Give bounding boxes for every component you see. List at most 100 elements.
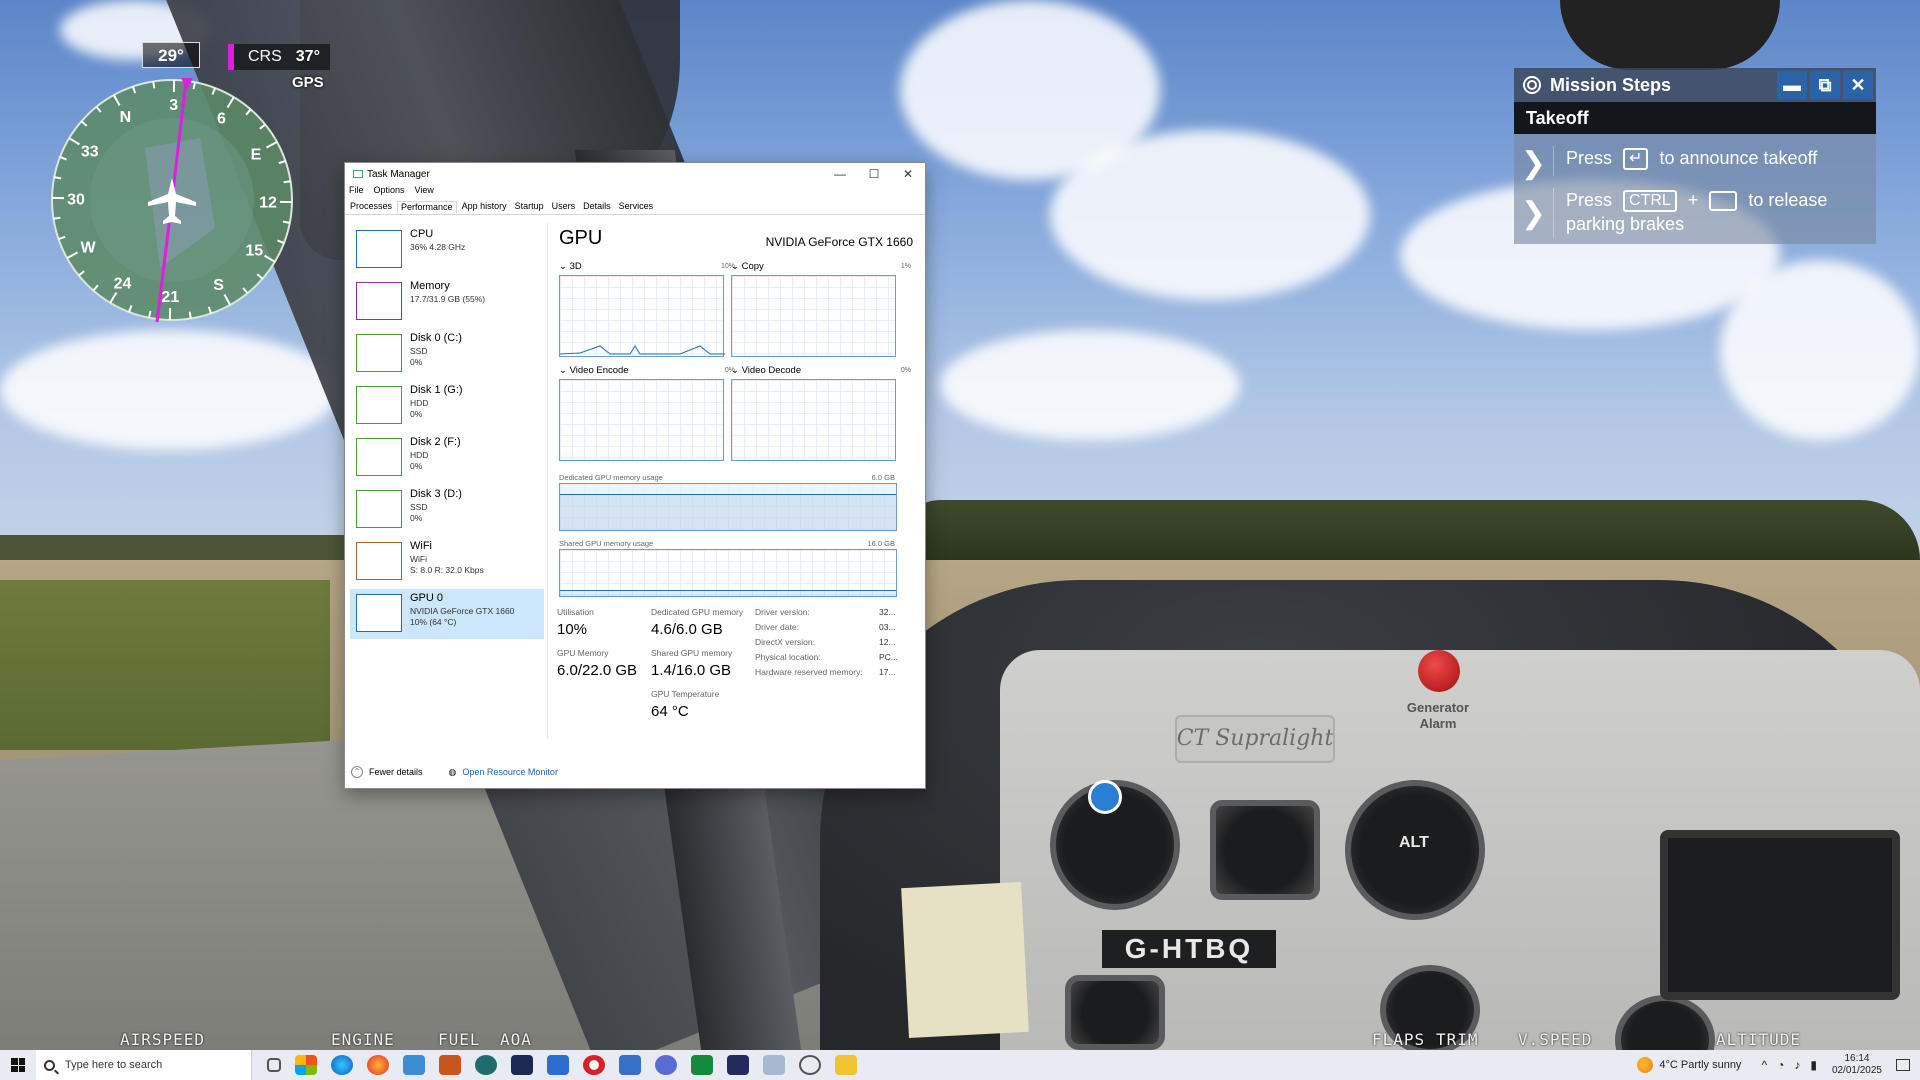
resource-item[interactable]: CPU 36% 4.28 GHz <box>350 225 544 275</box>
treeline <box>900 500 1920 560</box>
excel-icon[interactable] <box>691 1055 713 1075</box>
app-icon[interactable] <box>655 1055 677 1075</box>
hud-trim-label[interactable]: TRIM <box>1436 1030 1479 1049</box>
app-icon[interactable] <box>547 1055 569 1075</box>
chevron-up-icon: ⌃ <box>351 766 363 778</box>
resource-item[interactable]: Disk 0 (C:) SSD 0% <box>350 329 544 379</box>
menu-view[interactable]: View <box>415 185 434 201</box>
maximize-button[interactable]: ☐ <box>857 167 891 181</box>
close-button[interactable]: ✕ <box>1843 71 1873 99</box>
app-icon[interactable] <box>799 1055 821 1075</box>
chevron-right-icon: ❯ <box>1514 188 1554 238</box>
task-view-icon[interactable] <box>267 1058 281 1072</box>
hud-flaps-label[interactable]: FLAPS <box>1372 1030 1425 1049</box>
compass-label: 24 <box>114 275 132 292</box>
menu-options[interactable]: Options <box>374 185 405 201</box>
copilot-icon[interactable] <box>295 1055 317 1075</box>
gps-display[interactable] <box>1660 830 1900 1000</box>
pinned-apps <box>260 1055 864 1075</box>
course-readout: CRS 37° <box>228 44 330 70</box>
chevron-up-icon[interactable]: ^ <box>1761 1058 1767 1072</box>
volume-icon[interactable]: ♪ <box>1794 1058 1800 1072</box>
engine-3d-label[interactable]: ⌄ 3D <box>559 261 582 272</box>
resource-item[interactable]: WiFi WiFi S: 8.0 R: 32.0 Kbps <box>350 537 544 587</box>
compass-rose[interactable]: N 3 6 E 12 15 S 21 24 W 30 33 <box>50 78 294 322</box>
microphone-icon[interactable]: ▮ <box>1810 1058 1817 1072</box>
mission-stage: Takeoff <box>1514 102 1876 134</box>
minimize-button[interactable]: ▬ <box>1777 71 1807 99</box>
clock[interactable]: 16:14 02/01/2025 <box>1832 1053 1882 1077</box>
app-icon[interactable] <box>619 1055 641 1075</box>
dedicated-memory-graph <box>559 483 897 531</box>
menu-file[interactable]: File <box>349 185 364 201</box>
close-button[interactable]: ✕ <box>891 167 925 181</box>
radio-unit[interactable] <box>1065 975 1165 1050</box>
generator-alarm-light[interactable] <box>1418 650 1460 692</box>
engine-copy-label[interactable]: ⌄ Copy <box>731 261 764 272</box>
engine-label: 3D <box>569 261 582 272</box>
popout-button[interactable]: ⧉ <box>1810 71 1840 99</box>
resource-item[interactable]: Memory 17.7/31.9 GB (55%) <box>350 277 544 327</box>
minimize-button[interactable]: — <box>823 167 857 181</box>
weather-text[interactable]: 4°C Partly sunny <box>1659 1059 1741 1071</box>
app-icon[interactable] <box>583 1055 605 1075</box>
lightroom-icon[interactable] <box>511 1055 533 1075</box>
crs-label: CRS <box>248 48 282 65</box>
taskbar-search[interactable]: Type here to search <box>36 1050 252 1080</box>
hud-altitude-label[interactable]: ALTITUDE <box>1716 1030 1801 1049</box>
tab-processes[interactable]: Processes <box>347 201 395 214</box>
resource-detail: SSD <box>410 502 428 512</box>
edge-icon[interactable] <box>331 1055 353 1075</box>
resource-item[interactable]: Disk 3 (D:) SSD 0% <box>350 485 544 535</box>
start-button[interactable] <box>0 1058 36 1072</box>
resource-item[interactable]: Disk 1 (G:) HDD 0% <box>350 381 544 431</box>
resource-item[interactable]: Disk 2 (F:) HDD 0% <box>350 433 544 483</box>
cloud <box>0 330 340 450</box>
resource-thumbnail <box>356 230 402 268</box>
tab-services[interactable]: Services <box>616 201 657 214</box>
hud-airspeed-label[interactable]: AIRSPEED <box>120 1030 205 1049</box>
engine-encode-label[interactable]: ⌄ Video Encode <box>559 365 629 376</box>
resource-item[interactable]: GPU 0 NVIDIA GeForce GTX 1660 10% (64 °C) <box>350 589 544 639</box>
step-word: Press <box>1566 190 1613 210</box>
weather-icon[interactable] <box>1637 1057 1654 1073</box>
engine-label: Video Encode <box>569 365 629 376</box>
tab-details[interactable]: Details <box>580 201 614 214</box>
notification-icon[interactable] <box>1896 1059 1910 1071</box>
app-icon[interactable] <box>727 1055 749 1075</box>
generator-alarm-label: Generator Alarm <box>1398 700 1478 732</box>
eye-icon[interactable] <box>1088 780 1122 814</box>
hud-engine-label[interactable]: ENGINE <box>331 1030 395 1049</box>
network-icon[interactable]: ◔ <box>1777 1058 1784 1072</box>
engine-encode-graph <box>559 379 724 461</box>
hud-aoa-label[interactable]: AOA <box>500 1030 532 1049</box>
compass-tick <box>152 81 156 89</box>
hud-fuel-label[interactable]: FUEL <box>438 1030 481 1049</box>
resource-list: CPU 36% 4.28 GHz Memory 17.7/31.9 GB (55%) D… <box>348 223 548 738</box>
xbox-icon[interactable] <box>475 1055 497 1075</box>
search-icon <box>44 1059 55 1071</box>
open-resource-monitor-link[interactable]: Open Resource Monitor <box>462 767 558 777</box>
task-manager-taskbar-icon[interactable] <box>763 1055 785 1075</box>
tab-performance[interactable]: Performance <box>397 201 457 214</box>
taskbar: Type here to search 4°C Partly sunny ^ ◔… <box>0 1050 1920 1080</box>
window-title: Task Manager <box>367 168 430 180</box>
firefox-icon[interactable] <box>367 1055 389 1075</box>
fewer-details-link[interactable]: Fewer details <box>369 767 423 777</box>
file-icon[interactable] <box>403 1055 425 1075</box>
gpu-heading: GPU <box>559 227 603 249</box>
tab-users[interactable]: Users <box>549 201 579 214</box>
gpu-detail-pane: GPU NVIDIA GeForce GTX 1660 ⌄ 3D 10% ⌄ C… <box>555 223 921 743</box>
app-icon[interactable] <box>439 1055 461 1075</box>
title-bar[interactable]: Task Manager — ☐ ✕ <box>345 163 925 185</box>
tab-app-history[interactable]: App history <box>459 201 510 214</box>
hud-vspeed-label[interactable]: V.SPEED <box>1518 1030 1592 1049</box>
resource-thumbnail <box>356 490 402 528</box>
tab-startup[interactable]: Startup <box>512 201 547 214</box>
file-explorer-icon[interactable] <box>835 1055 857 1075</box>
altimeter[interactable]: ALT <box>1345 780 1485 920</box>
mission-title: Mission Steps <box>1550 74 1672 95</box>
minimize-icon: ▬ <box>1783 74 1801 95</box>
engine-decode-label[interactable]: ⌄ Video Decode <box>731 365 801 376</box>
task-manager-window[interactable]: Task Manager — ☐ ✕ File Options View Pro… <box>344 162 926 789</box>
